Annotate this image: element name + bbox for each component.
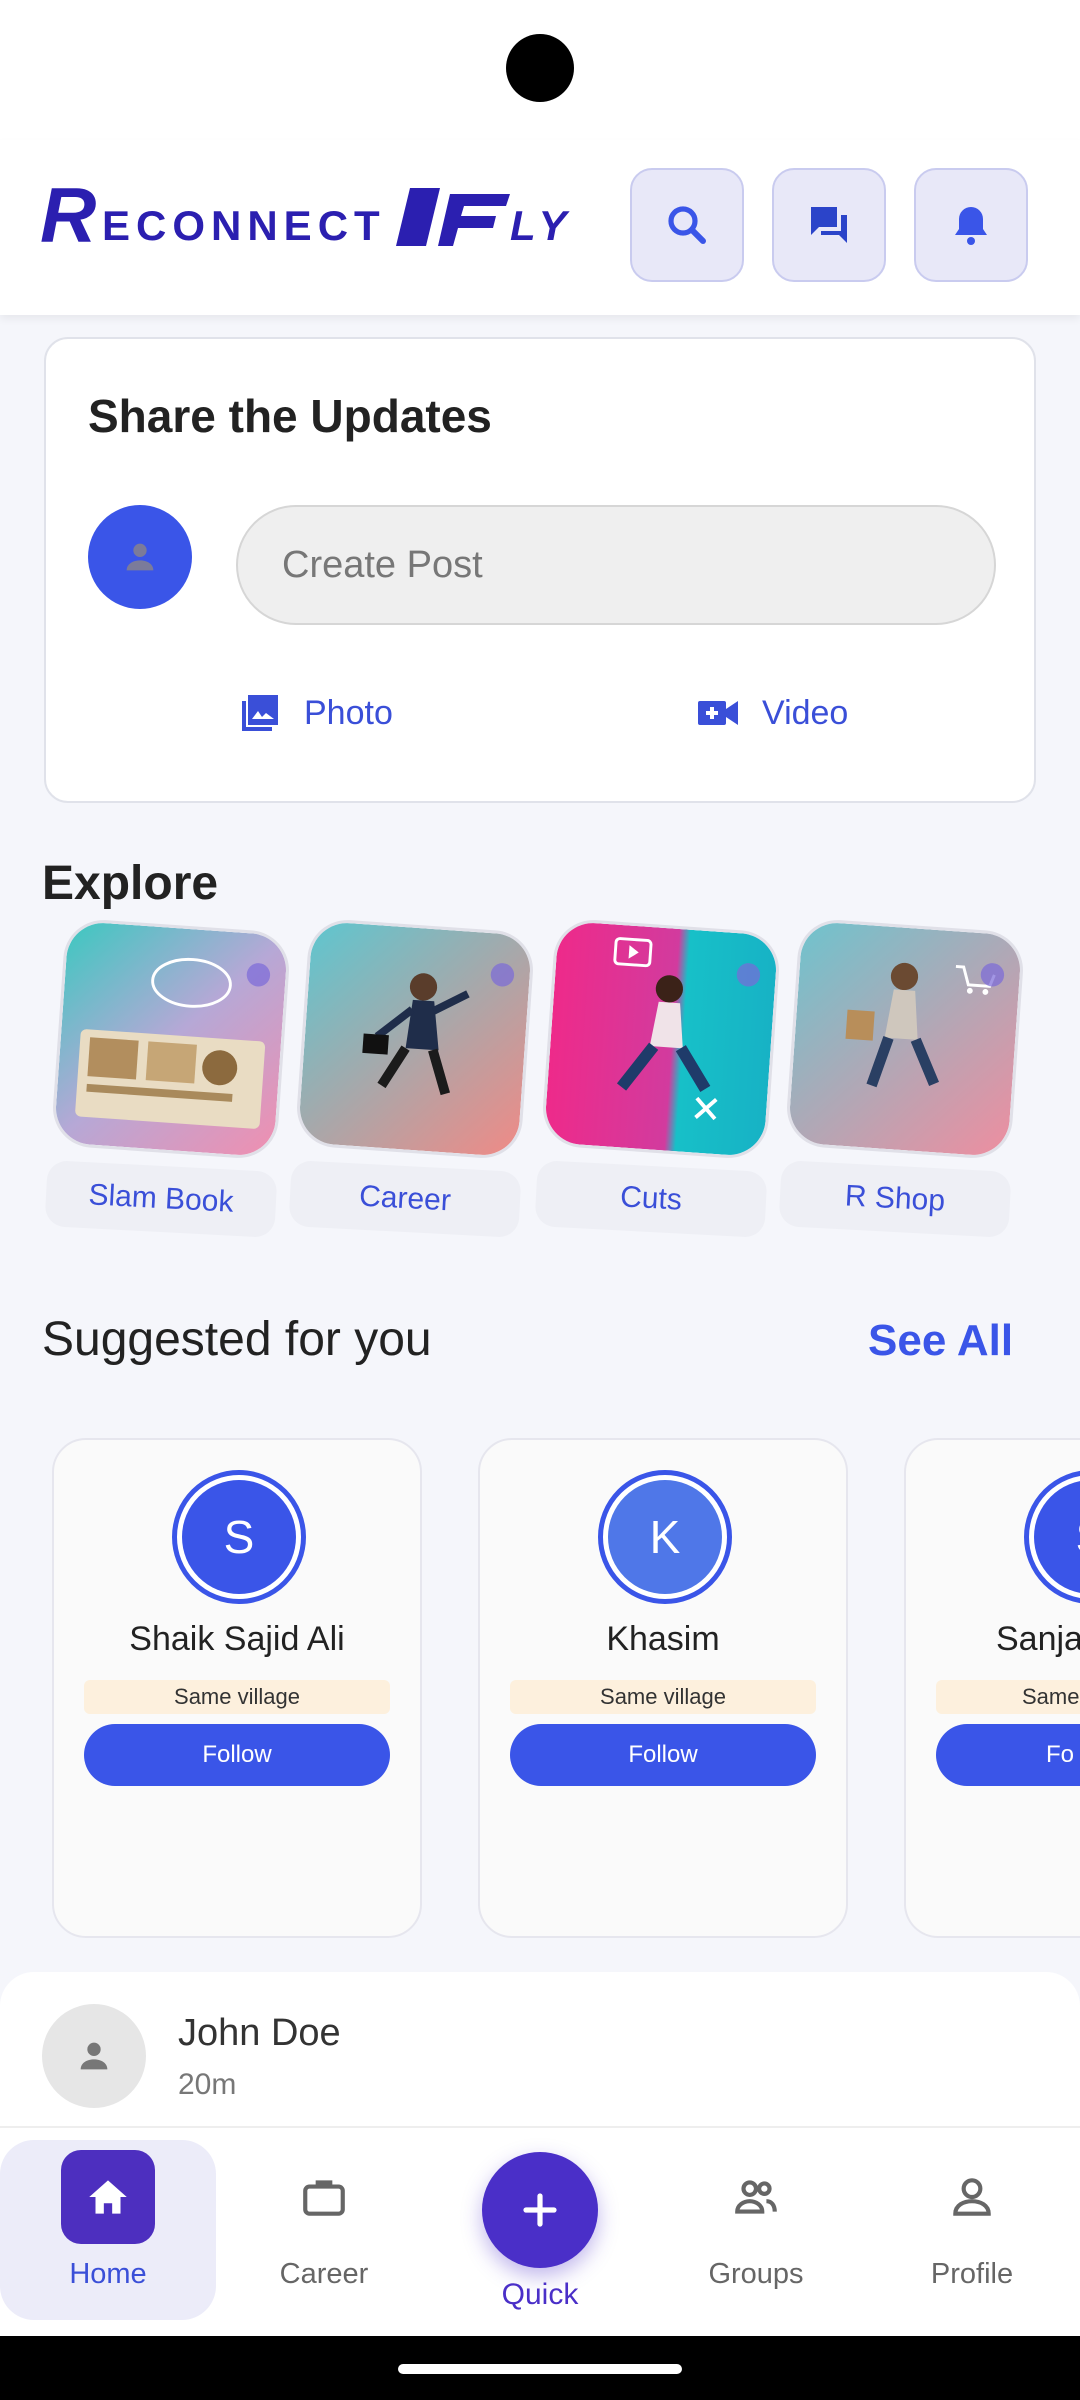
explore-label-rshop[interactable]: R Shop [778,1160,1012,1238]
quick-add-button[interactable] [482,2152,598,2268]
search-button[interactable] [630,168,744,282]
explore-label-career[interactable]: Career [288,1160,522,1238]
user-name: Shaik Sajid Ali [129,1620,345,1658]
avatar-initial: S [1034,1480,1080,1594]
career-image [297,920,533,1158]
messages-button[interactable] [772,168,886,282]
svg-text:ECONNECT: ECONNECT [102,202,386,249]
home-icon [61,2150,155,2244]
rshop-image [787,920,1023,1158]
explore-career-tile[interactable] [294,917,536,1161]
svg-text:R: R [40,180,96,259]
follow-button[interactable]: Follow [84,1724,390,1786]
follow-button[interactable]: Follow [510,1724,816,1786]
person-icon [126,543,154,571]
explore-label-cuts[interactable]: Cuts [534,1160,768,1238]
cuts-image [543,920,779,1158]
avatar: S [172,1470,306,1604]
plus-icon [523,2193,557,2227]
explore-rshop-tile[interactable] [784,917,1026,1161]
suggested-user-card[interactable]: S Sanja Same Fo [904,1438,1080,1938]
nav-profile-label: Profile [930,2258,1014,2290]
groups-icon [709,2150,803,2244]
relation-tag: Same village [510,1680,816,1714]
search-icon [668,206,706,244]
avatar-initial: K [608,1480,722,1594]
share-updates-card: Share the Updates Create Post Photo Vide… [44,337,1036,803]
system-navigation-bar [0,2336,1080,2400]
relation-tag: Same village [84,1680,390,1714]
app-header: R ECONNECT LY [0,140,1080,315]
follow-button[interactable]: Fo [936,1724,1080,1786]
nav-groups[interactable]: Groups [648,2140,864,2320]
reconnectfly-logo[interactable]: R ECONNECT LY [40,171,600,260]
photo-icon [242,695,278,731]
nav-home[interactable]: Home [0,2140,216,2320]
suggested-user-card[interactable]: K Khasim Same village Follow [478,1438,848,1938]
avatar: K [598,1470,732,1604]
video-button[interactable]: Video [694,689,848,737]
explore-title: Explore [42,857,219,910]
explore-cuts-tile[interactable] [540,917,782,1161]
user-avatar[interactable] [88,505,192,609]
person-outline-icon [925,2150,1019,2244]
nav-groups-label: Groups [708,2258,804,2290]
photo-label: Photo [304,693,393,732]
nav-quick-label[interactable]: Quick [462,2278,618,2312]
svg-text:LY: LY [510,202,573,249]
slam-book-image [53,920,289,1158]
nav-career-label: Career [279,2258,369,2290]
explore-slam-book-tile[interactable] [50,917,292,1161]
notifications-button[interactable] [914,168,1028,282]
suggested-user-card[interactable]: S Shaik Sajid Ali Same village Follow [52,1438,422,1938]
chat-icon [811,207,847,243]
feed-post[interactable]: John Doe 20m [0,1972,1080,2132]
explore-label-slam-book[interactable]: Slam Book [44,1160,278,1238]
post-author-name[interactable]: John Doe [178,2012,341,2055]
person-icon [80,2042,108,2070]
nav-profile[interactable]: Profile [864,2140,1080,2320]
photo-button[interactable]: Photo [236,689,393,737]
avatar-initial: S [182,1480,296,1594]
nav-career[interactable]: Career [216,2140,432,2320]
briefcase-icon [277,2150,371,2244]
relation-tag: Same [936,1680,1080,1714]
user-name: Sanja [996,1620,1080,1658]
nav-home-label: Home [69,2258,147,2290]
share-title: Share the Updates [88,390,492,442]
create-post-input[interactable]: Create Post [236,505,996,625]
suggested-title: Suggested for you [42,1313,432,1366]
post-timestamp: 20m [178,2068,237,2101]
home-indicator[interactable] [398,2364,682,2374]
post-author-avatar[interactable] [42,2004,146,2108]
user-name: Khasim [606,1620,720,1658]
see-all-link[interactable]: See All [868,1316,1013,1366]
bottom-navigation: Home Career Quick Groups Profile [0,2126,1080,2336]
avatar: S [1024,1470,1080,1604]
front-camera [506,34,574,102]
status-bar [0,0,1080,140]
video-add-icon [698,701,738,725]
bell-icon [955,207,987,245]
video-label: Video [762,693,849,732]
